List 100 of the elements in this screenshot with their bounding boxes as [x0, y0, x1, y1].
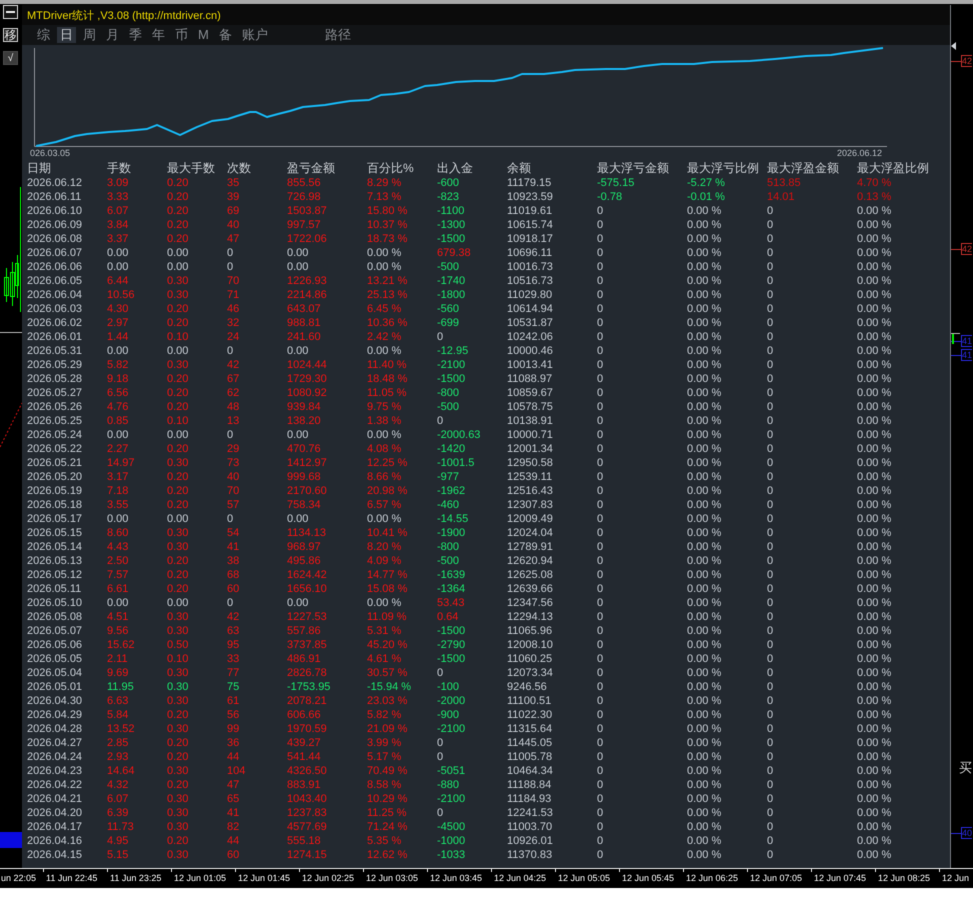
table-cell: 0 [767, 610, 774, 624]
table-cell: 2026.06.04 [27, 288, 82, 302]
table-cell: 71 [227, 288, 240, 302]
table-cell: 2026.04.16 [27, 834, 82, 848]
table-cell: 2026.04.29 [27, 708, 82, 722]
table-cell: 0.00 [107, 596, 128, 610]
tab[interactable]: 季 [126, 27, 145, 43]
table-cell: 0.00 % [687, 246, 722, 260]
table-cell: 4.32 [107, 778, 128, 792]
table-cell: 3.37 [107, 232, 128, 246]
table-cell: 0.20 [167, 554, 188, 568]
table-cell: 0.00 % [687, 680, 722, 694]
tab[interactable]: 综 [34, 27, 53, 43]
table-cell: 0.00 % [857, 330, 892, 344]
table-cell: -600 [437, 176, 460, 190]
table-cell: 2026.04.15 [27, 848, 82, 862]
table-cell: 0 [767, 680, 774, 694]
table-cell: 0.00 % [857, 498, 892, 512]
table-cell: 2026.05.06 [27, 638, 82, 652]
table-cell: 20.98 % [367, 484, 408, 498]
table-cell: 18.48 % [367, 372, 408, 386]
tab[interactable]: 周 [80, 27, 99, 43]
table-cell: 10013.41 [507, 358, 553, 372]
table-cell: 0.20 [167, 470, 188, 484]
table-cell: 2026.04.20 [27, 806, 82, 820]
table-cell: 241.60 [287, 330, 321, 344]
tab[interactable]: 账户 [238, 27, 271, 43]
tool-button[interactable]: 移 [3, 28, 18, 42]
table-cell: 0.00 % [857, 778, 892, 792]
tab[interactable]: 月 [103, 27, 122, 43]
trend-line [0, 402, 22, 448]
table-cell: -1740 [437, 274, 466, 288]
table-cell: -100 [437, 680, 460, 694]
tab[interactable]: 币 [172, 27, 191, 43]
axis-label: 026.03.05 [30, 148, 70, 158]
table-cell: 67 [227, 372, 240, 386]
tab[interactable]: 备 [216, 27, 235, 43]
table-cell: 1.44 [107, 330, 128, 344]
tab[interactable]: 日 [57, 27, 76, 43]
table-cell: 8.60 [107, 526, 128, 540]
column-header: 最大浮亏比例 [687, 161, 759, 176]
table-cell: -1100 [437, 204, 464, 218]
table-cell: 0.00 % [857, 708, 892, 722]
table-cell: 2026.05.14 [27, 540, 82, 554]
table-cell: 21.09 % [367, 722, 408, 736]
table-cell: 0.00 % [857, 414, 892, 428]
column-header: 出入金 [437, 161, 473, 176]
minimize-button[interactable] [3, 5, 18, 19]
table-cell: 0.00 % [857, 400, 892, 414]
table-cell: 11315.64 [507, 722, 552, 736]
column-header: 最大手数 [167, 161, 215, 176]
table-cell: 0.00 % [857, 582, 892, 596]
table-cell: 2026.06.06 [27, 260, 82, 274]
table-cell: 0 [597, 722, 604, 736]
table-cell: 5.35 % [367, 834, 402, 848]
table-cell: -1800 [437, 288, 466, 302]
table-cell: 24 [227, 330, 240, 344]
table-cell: 2026.05.20 [27, 470, 82, 484]
minimize-icon [6, 11, 15, 13]
table-cell: 0.20 [167, 498, 188, 512]
table-cell: 13.52 [107, 722, 135, 736]
tab[interactable]: 路径 [322, 27, 354, 43]
table-cell: 41 [227, 540, 240, 554]
time-label: 12 Jun 02:25 [301, 872, 354, 884]
table-cell: 0.00 % [687, 470, 722, 484]
table-cell: 11.05 % [367, 386, 407, 400]
table-cell: 0 [597, 470, 604, 484]
tab[interactable]: M [195, 27, 212, 43]
table-cell: 2026.05.21 [27, 456, 82, 470]
table-cell: -5.27 % [687, 176, 725, 190]
table-cell: 541.44 [287, 750, 321, 764]
table-cell: -880 [437, 778, 460, 792]
table-cell: 10578.75 [507, 400, 553, 414]
tool-button[interactable]: √ [3, 51, 18, 65]
column-header: 百分比% [367, 161, 414, 176]
table-cell: 0.00 % [857, 344, 892, 358]
table-cell: 0.30 [167, 792, 188, 806]
table-cell: 5.82 % [367, 708, 402, 722]
table-cell: -2000 [437, 694, 466, 708]
table-cell: 10614.94 [507, 302, 553, 316]
table-cell: 0.00 % [687, 218, 722, 232]
tab[interactable]: 年 [149, 27, 168, 43]
table-cell: -1001.5 [437, 456, 474, 470]
side-label: 买 [959, 760, 972, 776]
table-cell: 643.07 [287, 302, 321, 316]
table-cell: 2026.06.09 [27, 218, 82, 232]
table-cell: 0.30 [167, 806, 188, 820]
table-cell: 0.30 [167, 666, 188, 680]
table-cell: 36 [227, 736, 240, 750]
table-cell: 0.00 [287, 596, 308, 610]
table-cell: 10000.46 [507, 344, 553, 358]
table-cell: 0.00 % [687, 204, 722, 218]
table-cell: -1962 [437, 484, 466, 498]
table-cell: -1500 [437, 372, 466, 386]
table-cell: 9246.56 [507, 680, 547, 694]
table-cell: -460 [437, 498, 460, 512]
table-cell: 4.51 [107, 610, 128, 624]
table-cell: 11003.70 [507, 820, 552, 834]
table-cell: 25.13 % [367, 288, 408, 302]
table-cell: -800 [437, 386, 460, 400]
